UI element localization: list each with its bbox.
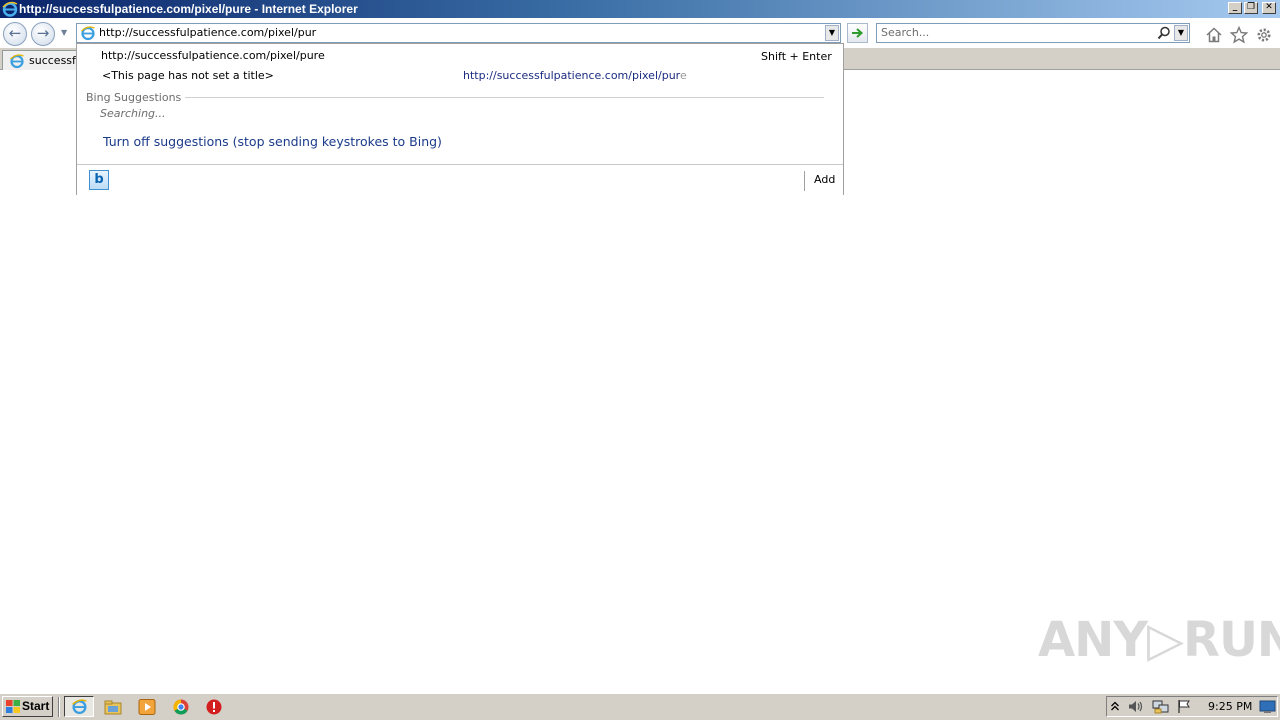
- suggestion-url-entry[interactable]: http://successfulpatience.com/pixel/pure: [101, 49, 325, 62]
- history-entry-url[interactable]: http://successfulpatience.com/pixel/pure: [463, 69, 687, 82]
- search-provider-dropdown[interactable]: ▼: [1174, 25, 1188, 41]
- windows-logo-icon: [6, 700, 20, 713]
- search-input[interactable]: [881, 24, 1151, 42]
- minimize-button[interactable]: _: [1228, 2, 1242, 14]
- add-search-provider-button[interactable]: Add: [814, 173, 835, 186]
- taskbar: [0, 693, 1280, 720]
- history-entry-title[interactable]: <This page has not set a title>: [102, 69, 274, 82]
- back-arrow-icon: ←: [8, 24, 22, 42]
- page-ie-icon: [81, 26, 95, 41]
- back-button[interactable]: ←: [3, 22, 27, 46]
- searching-status: Searching...: [100, 107, 166, 120]
- window-title: http://successfulpatience.com/pixel/pure…: [19, 2, 358, 16]
- network-icon[interactable]: [1152, 698, 1170, 714]
- address-dropdown-button[interactable]: ▼: [825, 25, 839, 41]
- search-box[interactable]: [876, 23, 1190, 43]
- media-player-icon[interactable]: [137, 698, 157, 716]
- suggestions-footer: [77, 164, 843, 195]
- tab-ie-icon: [10, 54, 24, 69]
- address-suggestions-dropdown: http://successfulpatience.com/pixel/pure…: [76, 43, 844, 195]
- go-button[interactable]: [847, 23, 868, 43]
- file-explorer-icon[interactable]: [103, 698, 123, 716]
- recent-pages-dropdown[interactable]: ▼: [61, 29, 69, 37]
- home-icon[interactable]: [1205, 26, 1223, 44]
- taskbar-clock[interactable]: 9:25 PM: [1208, 700, 1252, 713]
- settings-gear-icon[interactable]: [1255, 26, 1273, 44]
- forward-button[interactable]: →: [31, 22, 55, 46]
- internet-explorer-icon: [2, 1, 18, 17]
- address-bar[interactable]: [76, 23, 841, 43]
- anyrun-watermark: ANY▷RUN: [1038, 612, 1280, 668]
- tab-label: successfulpatience.com: [29, 54, 79, 67]
- go-arrow-icon: [852, 28, 864, 38]
- chrome-icon[interactable]: [171, 698, 191, 716]
- favorites-star-icon[interactable]: [1230, 26, 1248, 44]
- search-icon[interactable]: [1157, 26, 1171, 40]
- internet-explorer-icon: [72, 699, 87, 715]
- action-center-flag-icon[interactable]: [1177, 699, 1193, 714]
- bing-suggestions-heading: Bing Suggestions: [86, 91, 186, 104]
- quicklaunch-separator: [58, 697, 60, 717]
- volume-icon[interactable]: [1127, 699, 1145, 714]
- restore-button[interactable]: ❐: [1244, 2, 1258, 14]
- show-hidden-icons-icon[interactable]: [1110, 700, 1120, 713]
- close-button[interactable]: ✕: [1262, 2, 1276, 14]
- bing-search-button[interactable]: b: [89, 170, 109, 190]
- turn-off-suggestions-link[interactable]: Turn off suggestions (stop sending keyst…: [103, 134, 442, 149]
- bing-section-divider: [87, 97, 824, 98]
- forward-arrow-icon: →: [36, 24, 50, 42]
- address-input[interactable]: [99, 24, 819, 42]
- history-url-completion: e: [679, 69, 687, 82]
- window-title-bar[interactable]: http://successfulpatience.com/pixel/pure…: [0, 0, 1280, 18]
- footer-separator: [804, 171, 805, 191]
- stop-icon[interactable]: [204, 698, 224, 716]
- shift-enter-hint: Shift + Enter: [761, 50, 832, 63]
- history-url-typed: http://successfulpatience.com/pixel/pur: [463, 69, 680, 82]
- start-label: Start: [22, 699, 50, 713]
- show-desktop-icon[interactable]: [1259, 699, 1276, 714]
- taskbar-internet-explorer[interactable]: [64, 696, 94, 717]
- start-button[interactable]: Start: [2, 696, 53, 717]
